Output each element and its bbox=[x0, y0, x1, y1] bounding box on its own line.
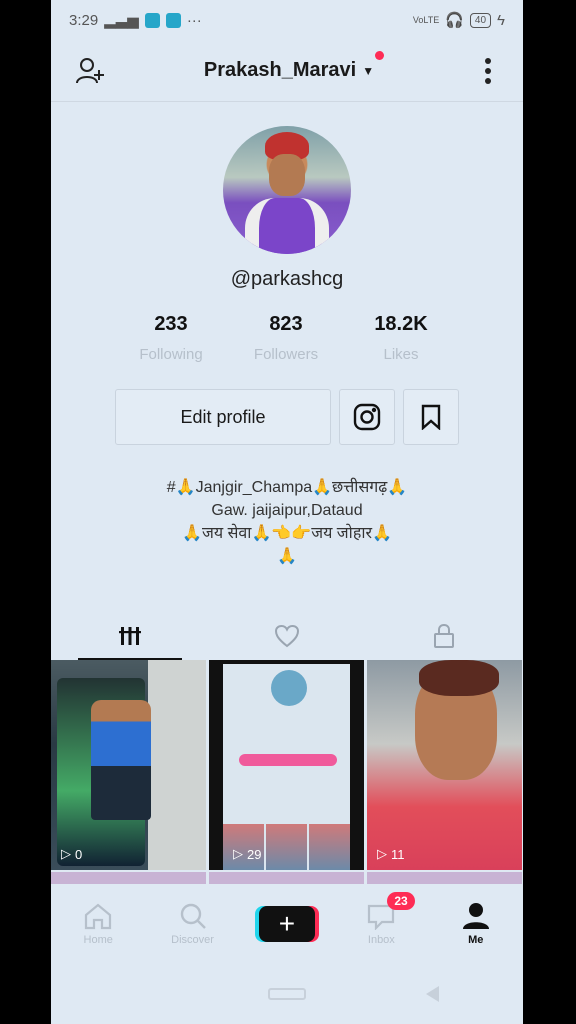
charging-icon: ϟ bbox=[497, 11, 505, 29]
avatar-shirt bbox=[245, 198, 329, 254]
stat-label: Following bbox=[139, 346, 203, 363]
favorites-button[interactable] bbox=[403, 389, 459, 445]
notification-dot bbox=[375, 51, 385, 60]
view-count-value: 0 bbox=[75, 846, 83, 862]
tab-private[interactable] bbox=[366, 612, 523, 660]
nav-label: Inbox bbox=[367, 934, 395, 946]
profile-header: Prakash_Maravi ▼ bbox=[51, 40, 523, 102]
stat-following[interactable]: 233 Following bbox=[121, 313, 221, 363]
bio-line: 🙏 bbox=[277, 548, 297, 565]
play-icon: ▷ bbox=[61, 846, 71, 861]
add-user-icon bbox=[76, 57, 104, 83]
video-thumbnail[interactable]: ▷ 0 bbox=[51, 660, 206, 870]
edit-profile-button[interactable]: Edit profile bbox=[115, 389, 331, 445]
app-screen: 3:29 ▂▃▅ ··· VoLTE 🎧 40 ϟ Prakash_Maravi… bbox=[51, 0, 523, 1024]
nav-label: Discover bbox=[171, 934, 214, 946]
home-icon bbox=[85, 903, 112, 930]
system-navigation bbox=[51, 964, 523, 1024]
profile-stats: 233 Following 823 Followers 18.2K Likes bbox=[121, 313, 451, 363]
lock-icon bbox=[434, 623, 455, 648]
bookmark-icon bbox=[421, 404, 441, 430]
play-icon: ▷ bbox=[233, 846, 243, 861]
grid-icon bbox=[118, 627, 141, 645]
status-time: 3:29 bbox=[69, 11, 99, 29]
system-home-button[interactable] bbox=[268, 988, 306, 1000]
more-vertical-icon bbox=[485, 57, 491, 84]
signal-icon: ▂▃▅ bbox=[104, 12, 139, 29]
stat-label: Likes bbox=[383, 346, 419, 363]
notification-icon bbox=[144, 12, 160, 28]
bio-line: #🙏Janjgir_Champa🙏छत्तीसगढ़🙏 bbox=[166, 479, 408, 496]
profile-icon bbox=[462, 903, 489, 929]
thumbnail-avatar bbox=[271, 670, 307, 706]
create-button: + bbox=[258, 906, 315, 942]
view-count: ▷ 0 bbox=[61, 846, 82, 862]
status-left: 3:29 ▂▃▅ ··· bbox=[69, 11, 202, 30]
view-count-value: 29 bbox=[247, 846, 262, 862]
avatar-face bbox=[269, 154, 305, 196]
tab-videos[interactable] bbox=[51, 612, 208, 660]
username-label: Prakash_Maravi bbox=[203, 59, 357, 81]
more-options-button[interactable] bbox=[471, 54, 505, 88]
video-thumbnail[interactable]: ▷ 11 bbox=[367, 660, 522, 870]
stat-label: Followers bbox=[253, 346, 319, 363]
profile-handle: @parkashcg bbox=[230, 268, 344, 290]
stat-value: 233 bbox=[154, 313, 188, 335]
account-switcher[interactable]: Prakash_Maravi ▼ bbox=[203, 51, 385, 82]
nav-discover[interactable]: Discover bbox=[153, 902, 233, 946]
stat-value: 823 bbox=[269, 313, 303, 335]
plus-icon: + bbox=[278, 908, 296, 939]
thumbnail-background bbox=[148, 660, 206, 870]
video-grid: ▷ 0 ▷ 29 ▷ 11 bbox=[51, 660, 523, 870]
inbox-badge: 23 bbox=[387, 892, 415, 910]
view-count: ▷ 29 bbox=[233, 846, 261, 862]
notification-icon bbox=[165, 12, 181, 28]
nav-inbox[interactable]: 23 Inbox bbox=[341, 892, 421, 946]
profile-bio: #🙏Janjgir_Champa🙏छत्तीसगढ़🙏 Gaw. jaijaip… bbox=[51, 476, 523, 568]
bio-line: Gaw. jaijaipur,Dataud bbox=[211, 502, 363, 519]
instagram-icon bbox=[353, 403, 381, 431]
view-count: ▷ 11 bbox=[377, 846, 405, 862]
volte-label: VoLTE bbox=[412, 15, 440, 25]
caret-down-icon: ▼ bbox=[362, 63, 375, 78]
video-grid-next-row bbox=[51, 872, 523, 884]
add-friend-button[interactable] bbox=[73, 54, 107, 88]
play-icon: ▷ bbox=[377, 846, 387, 861]
instagram-button[interactable] bbox=[339, 389, 395, 445]
stat-likes[interactable]: 18.2K Likes bbox=[351, 313, 451, 363]
profile-actions: Edit profile bbox=[115, 389, 459, 445]
thumbnail-button bbox=[239, 754, 337, 766]
system-back-button[interactable] bbox=[426, 986, 439, 1002]
nav-me[interactable]: Me bbox=[436, 902, 516, 946]
stat-value: 18.2K bbox=[374, 313, 428, 335]
thumbnail-hair bbox=[419, 660, 499, 696]
avatar[interactable] bbox=[223, 126, 351, 254]
status-bar: 3:29 ▂▃▅ ··· VoLTE 🎧 40 ϟ bbox=[51, 0, 523, 40]
nav-label: Home bbox=[83, 934, 113, 946]
status-right: VoLTE 🎧 40 ϟ bbox=[412, 11, 505, 30]
bottom-navigation: Home Discover + 23 Inbox Me bbox=[51, 884, 523, 964]
nav-create[interactable]: + bbox=[247, 906, 327, 942]
content-tabs bbox=[51, 612, 523, 660]
heart-icon bbox=[274, 624, 299, 648]
view-count-value: 11 bbox=[391, 846, 405, 862]
nav-home[interactable]: Home bbox=[58, 902, 138, 946]
thumbnail-person bbox=[91, 700, 151, 820]
bio-line: 🙏जय सेवा🙏👈👉जय जोहार🙏 bbox=[182, 525, 392, 542]
search-icon bbox=[180, 903, 206, 929]
video-thumbnail[interactable]: ▷ 29 bbox=[209, 660, 364, 870]
stat-followers[interactable]: 823 Followers bbox=[236, 313, 336, 363]
battery-level: 40 bbox=[474, 14, 487, 26]
battery-icon: 40 bbox=[469, 12, 492, 28]
nav-label: Me bbox=[468, 934, 484, 946]
headphones-icon: 🎧 bbox=[445, 12, 464, 29]
tab-liked[interactable] bbox=[208, 612, 365, 660]
status-overflow: ··· bbox=[186, 11, 202, 29]
